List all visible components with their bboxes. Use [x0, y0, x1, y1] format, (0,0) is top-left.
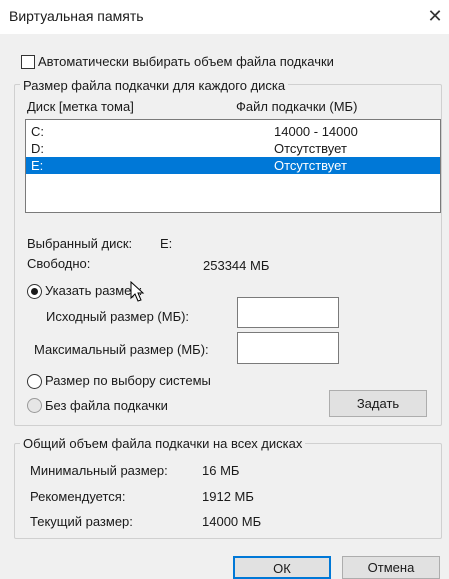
disk-pagefile: Отсутствует: [274, 141, 347, 156]
selected-disk-label: Выбранный диск:: [27, 236, 133, 251]
custom-size-radio[interactable]: [27, 284, 42, 299]
disk-name: E:: [31, 158, 44, 173]
system-managed-radio[interactable]: [27, 374, 42, 389]
max-size-input[interactable]: [237, 332, 339, 364]
disk-row-e[interactable]: E: Отсутствует: [26, 157, 440, 174]
auto-manage-checkbox[interactable]: [21, 55, 35, 69]
min-size-label: Минимальный размер:: [30, 463, 168, 478]
system-managed-label: Размер по выбору системы: [45, 373, 211, 388]
column-header-pagefile: Файл подкачки (МБ): [236, 99, 358, 114]
recommended-value: 1912 МБ: [202, 489, 254, 504]
min-size-value: 16 МБ: [202, 463, 240, 478]
initial-size-input[interactable]: [237, 297, 339, 328]
disk-name: D:: [31, 141, 44, 156]
auto-manage-label: Автоматически выбирать объем файла подка…: [38, 54, 334, 69]
disk-list[interactable]: C: 14000 - 14000 D: Отсутствует E: Отсут…: [25, 119, 441, 213]
free-space-value: 253344 МБ: [203, 258, 270, 273]
custom-size-label: Указать размер:: [45, 283, 143, 298]
free-space-label: Свободно:: [27, 256, 91, 271]
disk-row-c[interactable]: C: 14000 - 14000: [26, 123, 440, 140]
per-disk-legend: Размер файла подкачки для каждого диска: [20, 78, 289, 93]
disk-row-d[interactable]: D: Отсутствует: [26, 140, 440, 157]
set-button[interactable]: Задать: [329, 390, 427, 417]
disk-pagefile: Отсутствует: [274, 158, 347, 173]
recommended-label: Рекомендуется:: [30, 489, 126, 504]
ok-button[interactable]: ОК: [233, 556, 331, 579]
initial-size-label: Исходный размер (МБ):: [46, 309, 190, 324]
mouse-pointer-icon: [130, 281, 145, 302]
cancel-button[interactable]: Отмена: [342, 556, 440, 579]
no-pagefile-radio[interactable]: [27, 398, 42, 413]
selected-disk-value: E:: [160, 236, 173, 251]
disk-name: C:: [31, 124, 44, 139]
close-icon[interactable]: ✕: [424, 5, 446, 27]
no-pagefile-label: Без файла подкачки: [45, 398, 168, 413]
column-header-disk: Диск [метка тома]: [27, 99, 134, 114]
current-size-value: 14000 МБ: [202, 514, 262, 529]
title-bar: Виртуальная память ✕: [0, 0, 449, 34]
max-size-label: Максимальный размер (МБ):: [34, 342, 209, 357]
current-size-label: Текущий размер:: [30, 514, 133, 529]
disk-pagefile: 14000 - 14000: [274, 124, 358, 139]
window-title: Виртуальная память: [9, 8, 144, 24]
totals-legend: Общий объем файла подкачки на всех диска…: [20, 436, 306, 451]
